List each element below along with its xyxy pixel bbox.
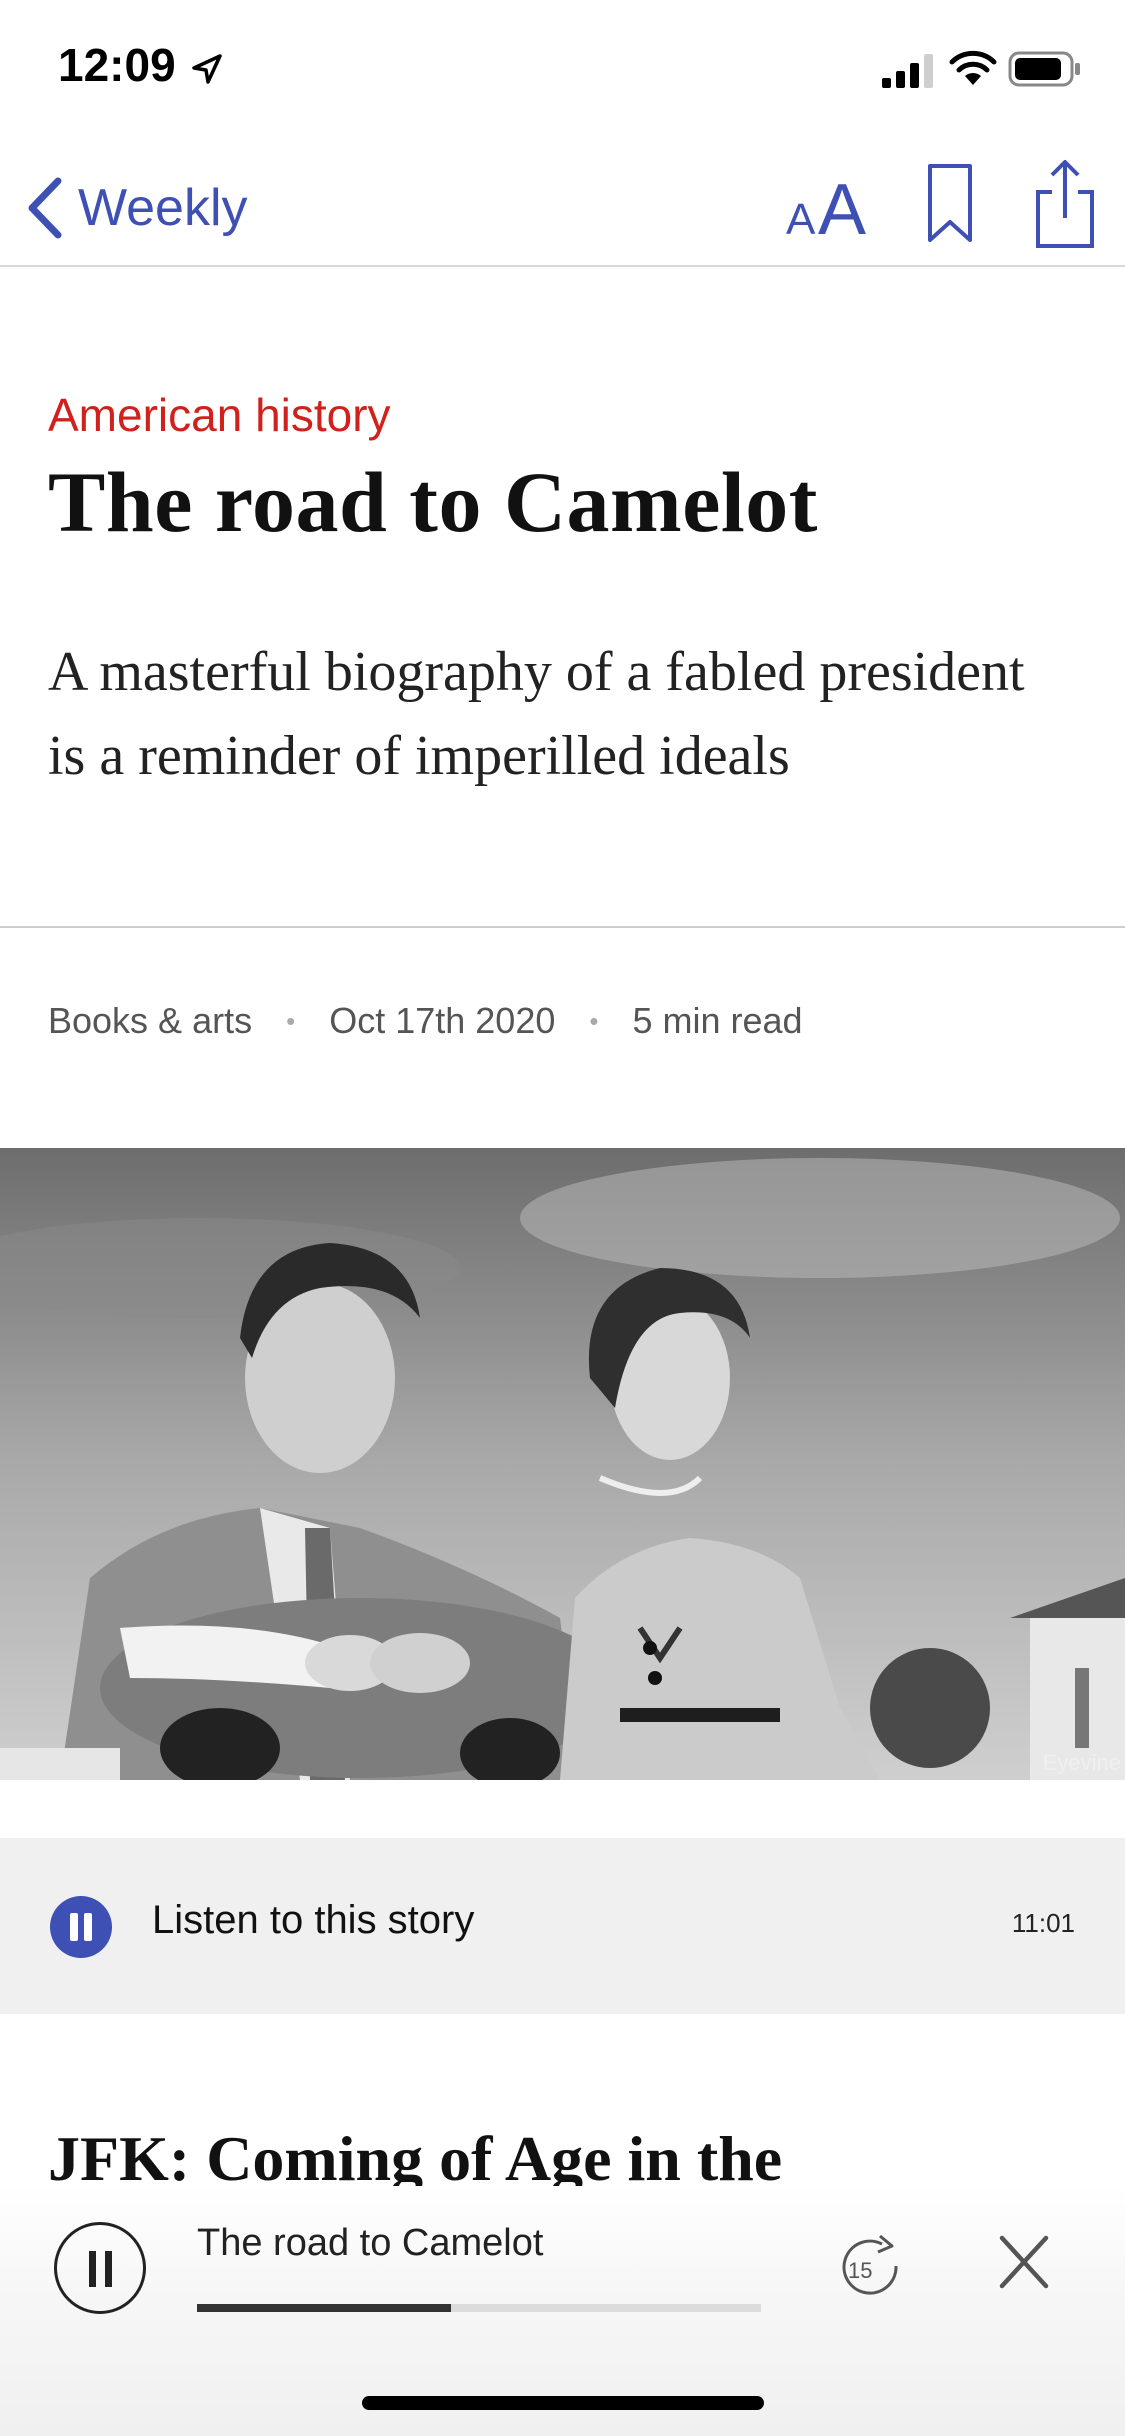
listen-strip[interactable]: Listen to this story 11:01 xyxy=(0,1838,1125,2014)
book-title-heading: JFK: Coming of Age in the xyxy=(48,2123,783,2194)
article-headline: The road to Camelot xyxy=(48,454,818,550)
article-photo: Eyevine xyxy=(0,1148,1125,1780)
meta-separator: • xyxy=(589,1005,599,1036)
bookmark-icon[interactable] xyxy=(920,158,980,248)
home-indicator xyxy=(362,2396,764,2410)
svg-text:A: A xyxy=(818,170,866,242)
article-section[interactable]: Books & arts xyxy=(48,1000,252,1042)
status-bar: 12:09 xyxy=(0,0,1125,140)
mini-progress-bar[interactable] xyxy=(197,2304,761,2312)
article-category[interactable]: American history xyxy=(48,388,391,442)
mini-progress-fill xyxy=(197,2304,451,2312)
status-time: 12:09 xyxy=(58,39,176,91)
mini-pause-button[interactable] xyxy=(54,2222,146,2314)
article-date: Oct 17th 2020 xyxy=(329,1000,556,1041)
back-button[interactable]: Weekly xyxy=(22,168,248,248)
chevron-left-icon xyxy=(28,177,62,239)
back-label: Weekly xyxy=(78,179,248,237)
share-icon[interactable] xyxy=(1030,156,1100,252)
mini-player-title: The road to Camelot xyxy=(197,2222,544,2264)
svg-text:A: A xyxy=(786,195,816,242)
header-divider xyxy=(0,926,1125,928)
nav-bar: Weekly A A xyxy=(0,150,1125,267)
article-read-time: 5 min read xyxy=(632,1000,803,1041)
article-subhead: A masterful biography of a fabled presid… xyxy=(48,641,1025,787)
article-meta: Books & arts • Oct 17th 2020 • 5 min rea… xyxy=(48,1000,803,1042)
photo-illustration xyxy=(0,1148,1125,1780)
mini-player: The road to Camelot 15 xyxy=(0,2186,1125,2436)
text-size-icon[interactable]: A A xyxy=(782,162,882,242)
skip-label: 15 xyxy=(848,2258,872,2283)
battery-icon xyxy=(1008,51,1080,87)
photo-credit: Eyevine xyxy=(1042,1750,1121,1775)
skip-forward-15-icon[interactable]: 15 xyxy=(834,2232,910,2304)
listen-pause-button[interactable] xyxy=(50,1896,112,1958)
listen-label: Listen to this story xyxy=(152,1898,475,1942)
wifi-icon xyxy=(949,50,997,85)
location-arrow-icon xyxy=(192,54,222,84)
meta-separator: • xyxy=(286,1005,296,1036)
close-icon[interactable] xyxy=(996,2232,1052,2292)
cellular-signal-icon xyxy=(882,54,933,88)
listen-duration: 11:01 xyxy=(1011,1908,1075,1938)
